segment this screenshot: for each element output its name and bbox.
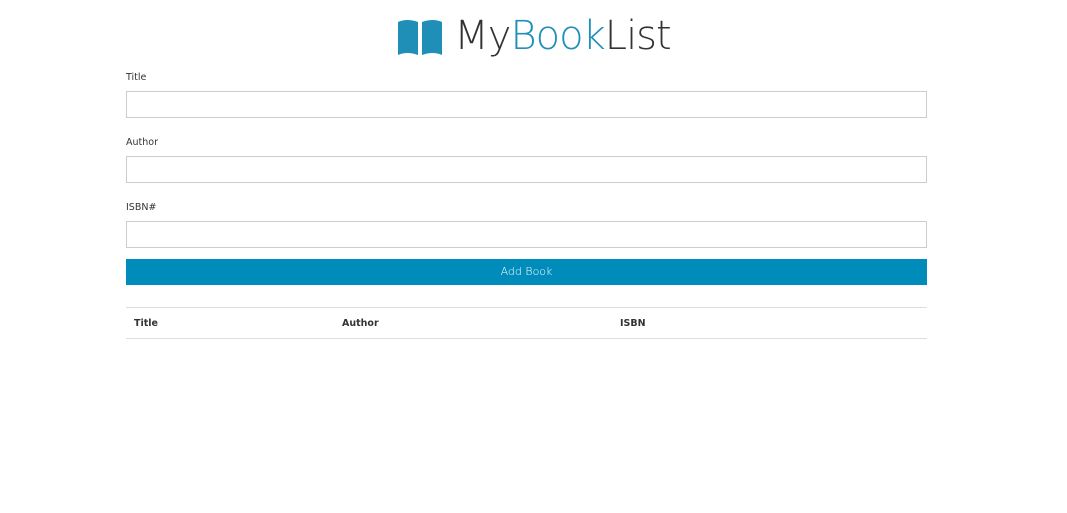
book-list-table: Title Author ISBN (126, 307, 927, 339)
title-field-group: Title (126, 71, 927, 118)
isbn-input[interactable] (126, 221, 927, 248)
table-header: Title Author ISBN (126, 307, 927, 339)
add-book-button[interactable]: Add Book (126, 259, 927, 285)
isbn-label: ISBN# (126, 202, 157, 213)
table-header-row: Title Author ISBN (126, 307, 927, 339)
app-logo: MyBookList (396, 13, 672, 59)
author-input[interactable] (126, 156, 927, 183)
column-header-isbn: ISBN (612, 307, 927, 339)
title-input[interactable] (126, 91, 927, 118)
open-book-icon (396, 18, 444, 56)
book-form: Title Author ISBN# Add Book (126, 70, 927, 285)
app-title-book: Book (510, 13, 605, 59)
author-field-group: Author (126, 136, 927, 183)
app-title-list: List (604, 13, 672, 59)
column-header-author: Author (334, 307, 612, 339)
app-title: MyBookList (454, 13, 672, 59)
author-label: Author (126, 137, 158, 148)
isbn-field-group: ISBN# (126, 201, 927, 248)
title-label: Title (126, 72, 147, 83)
header: MyBookList (0, 0, 1067, 72)
app-title-my: My (454, 13, 511, 59)
column-header-title: Title (126, 307, 334, 339)
